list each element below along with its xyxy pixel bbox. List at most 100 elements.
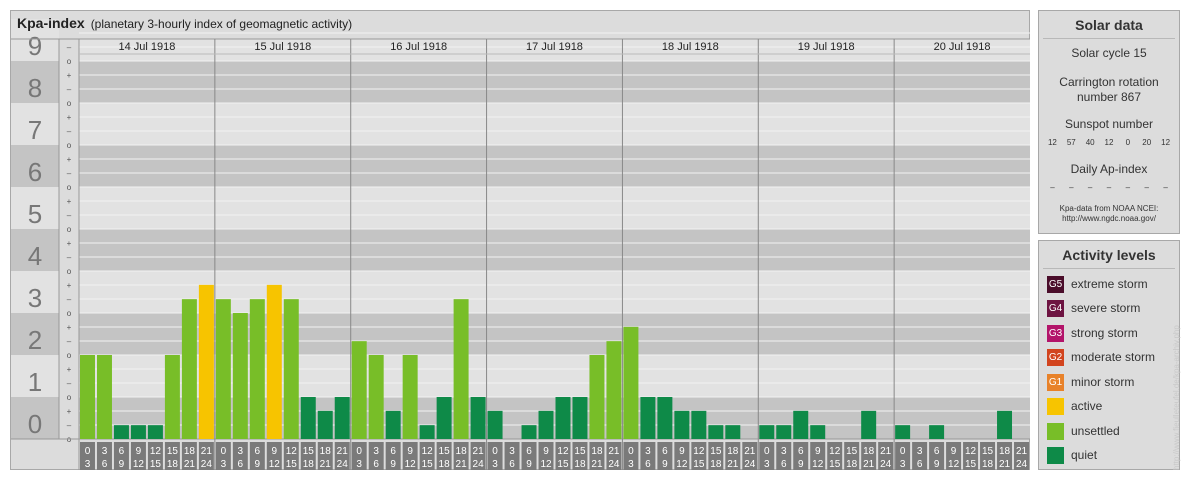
y-subtick-label: – [67, 421, 72, 430]
interval-start-label: 21 [880, 446, 892, 457]
interval-start-label: 9 [951, 446, 957, 457]
interval-end-label: 3 [628, 459, 634, 470]
y-tick-label: 7 [28, 115, 42, 145]
ap-index-values: – – – – – – – [1043, 183, 1175, 192]
y-subtick-label: o [67, 309, 72, 318]
interval-end-label: 12 [676, 459, 688, 470]
interval-end-label: 21 [591, 459, 603, 470]
interval-end-label: 6 [102, 459, 108, 470]
interval-start-label: 0 [356, 446, 362, 457]
kp-bar [215, 299, 231, 439]
kp-bar [555, 397, 571, 439]
kp-bar [80, 355, 95, 439]
interval-end-label: 6 [238, 459, 244, 470]
y-band [79, 103, 1030, 145]
y-tick-label: 8 [28, 73, 42, 103]
interval-start-label: 18 [727, 446, 739, 457]
y-subtick-label: + [67, 281, 72, 290]
ap-value: – [1163, 183, 1168, 192]
interval-end-label: 18 [574, 459, 586, 470]
interval-end-label: 9 [119, 459, 125, 470]
kp-bar [198, 284, 214, 439]
y-subtick-label: – [67, 127, 72, 136]
ap-value: – [1106, 183, 1112, 192]
interval-end-label: 6 [781, 459, 787, 470]
y-subtick-label: – [67, 85, 72, 94]
y-subtick-label: + [67, 365, 72, 374]
kp-bar [266, 284, 282, 439]
y-tick-label: 0 [28, 409, 42, 439]
y-subtick-label: o [67, 141, 72, 150]
interval-start-label: 12 [829, 446, 841, 457]
interval-start-label: 6 [119, 446, 125, 457]
interval-end-label: 3 [492, 459, 498, 470]
interval-end-label: 9 [662, 459, 668, 470]
interval-start-label: 6 [934, 446, 940, 457]
interval-start-label: 12 [286, 446, 298, 457]
interval-end-label: 3 [85, 459, 91, 470]
interval-end-label: 24 [744, 459, 756, 470]
interval-start-label: 3 [102, 446, 108, 457]
kp-bar [674, 410, 690, 439]
interval-start-label: 0 [85, 446, 91, 457]
kp-bar [691, 410, 707, 439]
divider [1043, 38, 1175, 39]
kp-bar [725, 425, 741, 439]
y-subtick-label: o [67, 99, 72, 108]
y-band [79, 61, 1030, 103]
interval-start-label: 0 [900, 446, 906, 457]
interval-end-label: 18 [710, 459, 722, 470]
interval-end-label: 21 [999, 459, 1011, 470]
legend-label: severe storm [1071, 301, 1141, 315]
sunspot-value: 12 [1161, 138, 1171, 147]
sunspot-value: 57 [1066, 138, 1076, 147]
legend-item-g2: G2 moderate storm [1047, 348, 1155, 366]
divider [1043, 268, 1175, 269]
legend-swatch: G1 [1047, 373, 1064, 391]
ap-value: – [1144, 183, 1149, 192]
kp-bar [436, 397, 452, 439]
y-subtick-label: + [67, 323, 72, 332]
y-subtick-label: + [67, 71, 72, 80]
interval-start-label: 9 [407, 446, 413, 457]
kp-bar [181, 299, 197, 439]
interval-start-label: 15 [982, 446, 994, 457]
interval-start-label: 0 [628, 446, 634, 457]
day-label: 20 Jul 1918 [934, 41, 991, 53]
y-tick-label: 2 [28, 325, 42, 355]
interval-start-label: 12 [965, 446, 977, 457]
interval-start-label: 18 [591, 446, 603, 457]
kp-bar [861, 410, 877, 439]
kp-bar [997, 410, 1013, 439]
kp-bar [453, 299, 469, 439]
interval-start-label: 0 [492, 446, 498, 457]
interval-start-label: 3 [373, 446, 379, 457]
interval-start-label: 15 [710, 446, 722, 457]
carrington-line-1: Carrington rotation [1059, 75, 1159, 89]
interval-end-label: 15 [965, 459, 977, 470]
interval-end-label: 9 [798, 459, 804, 470]
legend-item-quiet: quiet [1047, 446, 1097, 464]
ap-value: – [1125, 183, 1131, 192]
y-subtick-label: – [67, 169, 72, 178]
kp-bar [487, 410, 503, 439]
interval-end-label: 21 [184, 459, 196, 470]
legend-swatch: G5 [1047, 275, 1064, 293]
y-tick-label: 4 [28, 241, 42, 271]
legend-label: minor storm [1071, 375, 1135, 389]
interval-start-label: 18 [456, 446, 468, 457]
y-subtick-label: o [67, 183, 72, 192]
day-label: 14 Jul 1918 [118, 41, 175, 53]
kp-bar [96, 355, 112, 439]
interval-end-label: 6 [509, 459, 515, 470]
kp-bar [300, 397, 316, 439]
y-subtick-label: + [67, 239, 72, 248]
y-subtick-label: o [67, 393, 72, 402]
y-subtick-label: + [67, 155, 72, 164]
legend-label: moderate storm [1071, 350, 1156, 364]
interval-end-label: 9 [934, 459, 940, 470]
sunspot-values: 12 57 40 12 0 20 12 [1043, 138, 1175, 147]
legend-swatch [1047, 422, 1064, 440]
interval-end-label: 15 [422, 459, 434, 470]
kp-bar [759, 425, 775, 439]
